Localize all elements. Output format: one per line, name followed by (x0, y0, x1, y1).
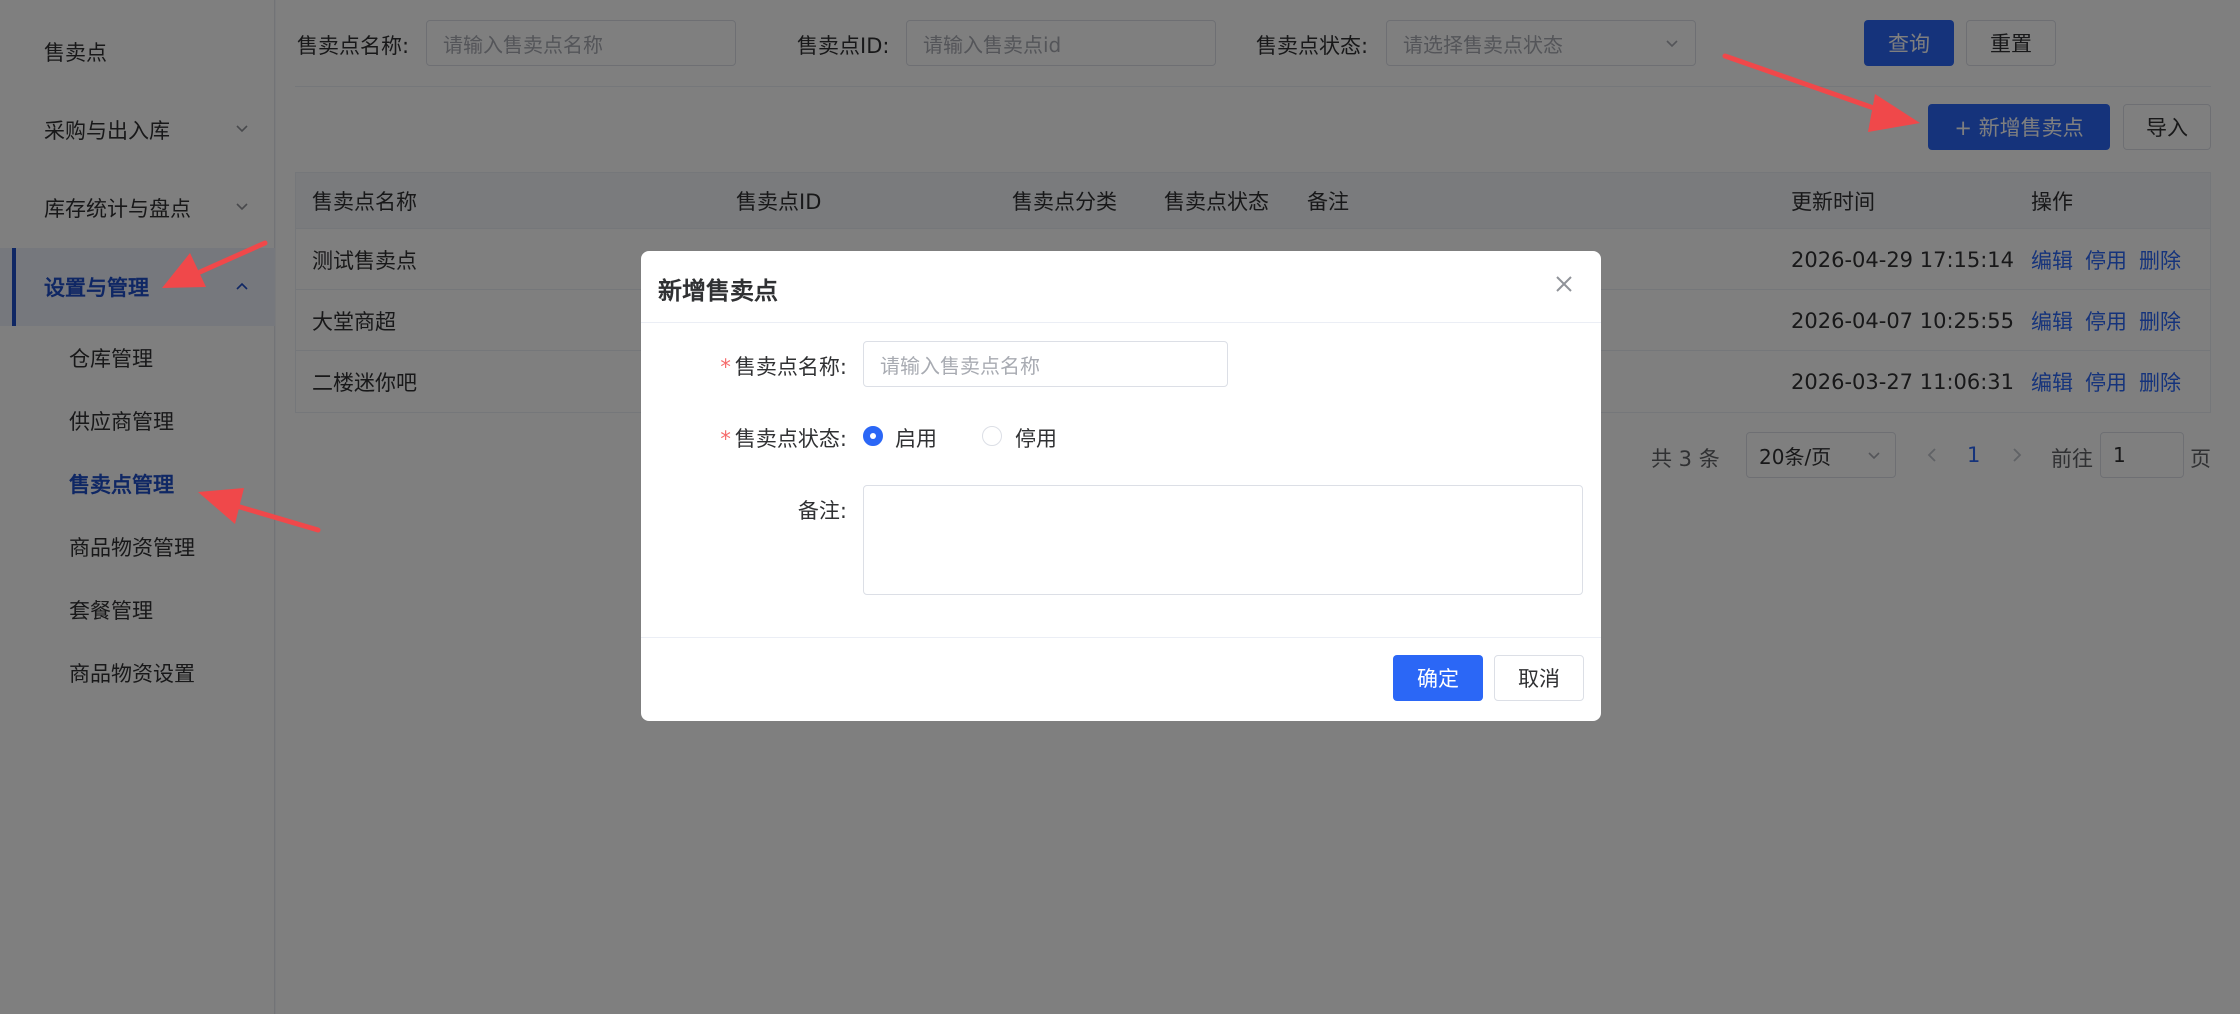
confirm-button[interactable]: 确定 (1393, 655, 1483, 701)
close-icon[interactable] (1553, 273, 1575, 295)
dialog-name-input[interactable]: 请输入售卖点名称 (863, 341, 1228, 387)
form-name-label: * 售卖点名称: (720, 355, 847, 379)
form-status-label: * 售卖点状态: (720, 427, 847, 451)
radio-disabled-label[interactable]: 停用 (1015, 423, 1057, 453)
dialog-footer-divider (641, 637, 1601, 638)
dialog-title: 新增售卖点 (658, 277, 778, 305)
add-sales-point-dialog: 新增售卖点 * 售卖点名称: 请输入售卖点名称 * 售卖点状态: 启用 停用 备注:… (641, 251, 1601, 721)
radio-enabled-label[interactable]: 启用 (895, 423, 937, 453)
radio-enabled[interactable] (863, 426, 883, 446)
cancel-button-label: 取消 (1518, 667, 1560, 691)
cancel-button[interactable]: 取消 (1494, 655, 1584, 701)
remark-textarea[interactable] (863, 485, 1583, 595)
dialog-name-placeholder: 请输入售卖点名称 (880, 353, 1040, 378)
confirm-button-label: 确定 (1417, 667, 1459, 691)
dialog-header-divider (641, 322, 1601, 323)
form-remark-label: 备注: (797, 499, 847, 523)
radio-disabled[interactable] (982, 426, 1002, 446)
